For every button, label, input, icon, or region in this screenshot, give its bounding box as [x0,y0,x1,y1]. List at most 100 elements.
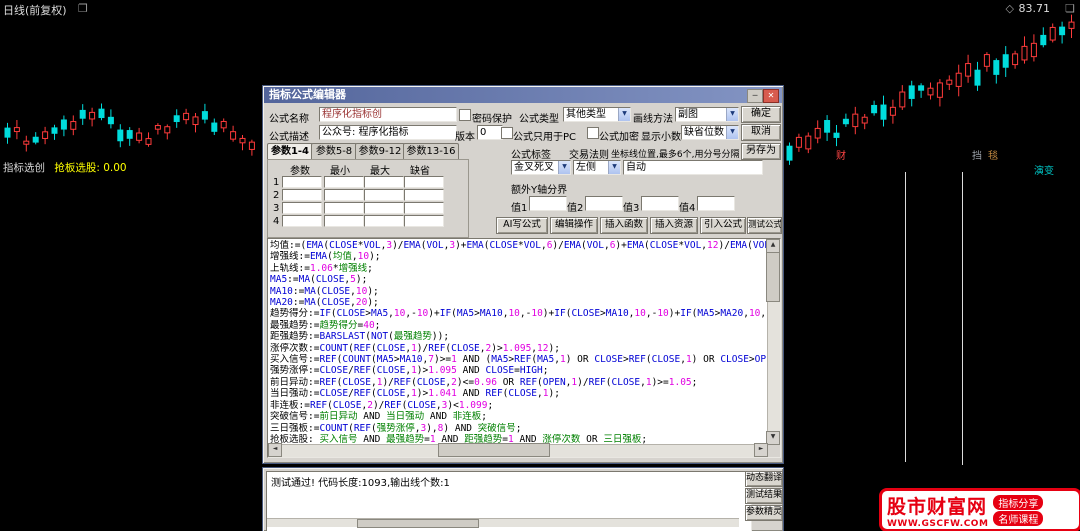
param-input[interactable] [324,176,364,188]
indicator-name: 指标选创 [3,162,45,174]
insert-function-button[interactable]: 插入函数 [600,217,648,234]
close-button[interactable]: ✕ [763,89,779,103]
code-line: 均值:=(EMA(CLOSE*VOL,3)/EMA(VOL,3)+EMA(CLO… [270,240,768,251]
pc-only-label: 公式只用于PC [513,128,576,143]
formula-tags-value: 金叉死叉 [512,161,558,174]
vertical-scrollbar[interactable]: ▲ ▼ [767,239,780,445]
param-input[interactable] [324,215,364,227]
scroll-up-icon[interactable]: ▲ [766,239,780,253]
draw-method-label: 画线方法 [633,110,673,125]
code-line: 当日强动:=CLOSE/REF(CLOSE,1)>1.041 AND REF(C… [270,388,768,399]
formula-code-editor[interactable]: 均值:=(EMA(CLOSE*VOL,3)/EMA(VOL,3)+EMA(CLO… [267,238,781,458]
scrollbar-corner [768,445,780,457]
param-row-label: 1 [273,177,279,188]
formula-name-input[interactable]: 程序化指标创 [319,107,457,122]
param-input[interactable] [404,215,444,227]
chart-marker: 毯 [988,147,998,162]
code-line: 突破信号:=前日异动 AND 当日强动 AND 非连板; [270,411,768,422]
tab-params-9-12[interactable]: 参数9-12 [355,143,405,159]
tab-params-13-16[interactable]: 参数13-16 [403,143,459,159]
y4-input[interactable] [697,196,735,211]
param-input[interactable] [364,176,404,188]
test-formula-button[interactable]: 测试公式 [747,217,782,234]
y1-input[interactable] [529,196,567,211]
dropdown-arrow-icon[interactable]: ▼ [726,108,738,121]
ai-write-formula-button[interactable]: AI写公式 [496,217,548,234]
encrypt-checkbox[interactable] [587,127,599,139]
version-input[interactable]: 0 [477,125,503,140]
tab-params-5-8[interactable]: 参数5-8 [311,143,357,159]
param-input[interactable] [364,215,404,227]
draw-method-select[interactable]: 副图 ▼ [675,107,739,122]
detach-icon[interactable]: ❐ [78,2,88,15]
trade-rule-select[interactable]: 左侧 ▼ [573,160,621,175]
output-button-1[interactable]: 动态翻译 [745,471,783,487]
indicator-output-value: 抢板选股: 0.00 [54,162,126,174]
price-label: 83.71 [1019,2,1051,15]
password-protect-checkbox[interactable] [459,109,471,121]
y2-input[interactable] [585,196,623,211]
cancel-button[interactable]: 取消 [741,124,781,141]
param-input[interactable] [404,189,444,201]
pc-only-checkbox[interactable] [501,127,513,139]
dropdown-arrow-icon[interactable]: ▼ [558,161,570,174]
logo-badges: 指标分享 名师课程 [993,494,1043,527]
param-col-header: 缺省 [410,162,430,177]
chart-period-label: 日线(前复权) [3,2,67,18]
param-input[interactable] [282,176,322,188]
dropdown-arrow-icon[interactable]: ▼ [608,161,620,174]
decimals-select[interactable]: 缺省位数 ▼ [681,125,739,140]
insert-resource-button[interactable]: 插入资源 [650,217,698,234]
code-line: MA10:=MA(CLOSE,10); [270,286,768,297]
param-input[interactable] [324,202,364,214]
param-input[interactable] [404,176,444,188]
vertical-scroll-thumb[interactable] [766,252,780,302]
minimize-button[interactable]: ─ [747,89,763,103]
horizontal-scroll-thumb[interactable] [438,443,550,457]
output-button-2[interactable]: 测试结果 [745,488,783,504]
chart-topbar: 日线(前复权) ❐ ◇ 83.71 ❏ [0,0,1080,17]
y2-label: 值2 [567,199,583,214]
param-input[interactable] [364,202,404,214]
axis-position-input[interactable]: 自动 [623,160,763,175]
axis-position-label: 坐标线位置,最多6个,用分号分隔 [611,147,739,160]
scroll-right-icon[interactable]: ► [754,443,768,457]
code-line: 增强线:=EMA(均值,10); [270,251,768,262]
y3-input[interactable] [641,196,679,211]
param-input[interactable] [282,202,322,214]
param-input[interactable] [324,189,364,201]
param-col-header: 最小 [330,162,350,177]
ok-button[interactable]: 确定 [741,106,781,123]
formula-type-select[interactable]: 其他类型 ▼ [563,107,631,122]
code-text: 均值:=(EMA(CLOSE*VOL,3)/EMA(VOL,3)+EMA(CLO… [268,239,768,445]
param-input[interactable] [404,202,444,214]
app-screen: 日线(前复权) ❐ ◇ 83.71 ❏ 指标选创 抢板选股: 0.00 财 挡 … [0,0,1080,531]
panel-toggle-icon[interactable]: ❏ [1065,2,1075,15]
dialog-titlebar[interactable]: 指标公式编辑器 ─ ✕ [264,87,782,103]
indicator-spike-line [905,172,906,462]
dropdown-arrow-icon[interactable]: ▼ [618,108,630,121]
indicator-spike-line [962,172,963,465]
scroll-down-icon[interactable]: ▼ [766,431,780,445]
output-horizontal-scrollbar[interactable] [267,518,739,527]
code-line: 强势涨停:=CLOSE/REF(CLOSE,1)>1.095 AND CLOSE… [270,365,768,376]
tab-params-1-4[interactable]: 参数1-4 [267,143,313,159]
param-col-header: 最大 [370,162,390,177]
import-formula-button[interactable]: 引入公式 [700,217,746,234]
formula-desc-input[interactable]: 公众号: 程序化指标 [319,125,457,140]
output-button-3[interactable]: 参数精灵 [745,505,783,521]
code-line: 非连板:=REF(CLOSE,2)/REF(CLOSE,3)<1.099; [270,400,768,411]
param-input[interactable] [282,215,322,227]
dialog-title: 指标公式编辑器 [269,88,346,101]
param-input[interactable] [364,189,404,201]
param-col-header: 参数 [290,162,310,177]
scroll-left-icon[interactable]: ◄ [268,443,282,457]
output-scroll-thumb[interactable] [357,519,479,528]
dropdown-arrow-icon[interactable]: ▼ [726,126,738,139]
edit-operations-button[interactable]: 编辑操作 [550,217,598,234]
save-as-button[interactable]: 另存为 [741,143,781,160]
param-input[interactable] [282,189,322,201]
formula-tags-select[interactable]: 金叉死叉 ▼ [511,160,571,175]
horizontal-scrollbar[interactable]: ◄ ► [268,444,768,457]
param-row-label: 2 [273,190,279,201]
